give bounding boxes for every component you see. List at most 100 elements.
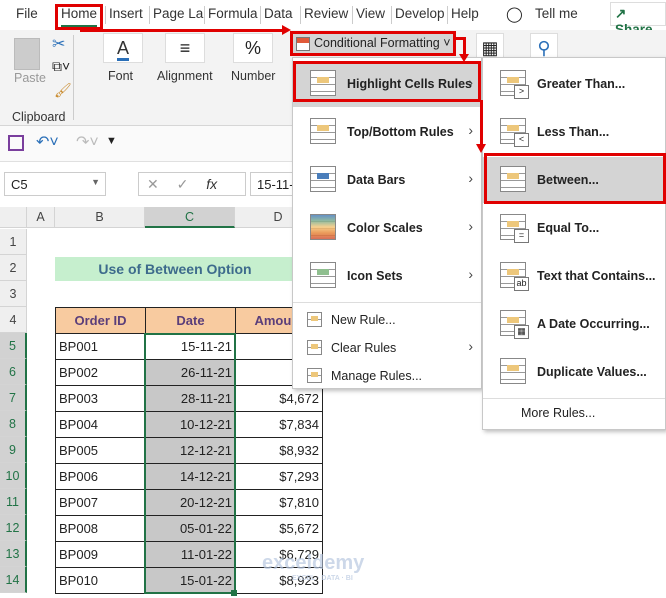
arrow-head — [282, 25, 291, 35]
highlight-between-item — [484, 153, 666, 204]
copy-icon[interactable]: ⧉˅ — [52, 58, 70, 75]
table-cell[interactable]: BP001 — [55, 333, 146, 360]
table-cell[interactable]: $7,834 — [235, 411, 323, 438]
tab-separator — [149, 6, 150, 24]
name-box[interactable]: C5 ▼ — [4, 172, 106, 196]
row-header-7[interactable]: 7 — [0, 385, 27, 411]
menu-item-clear-rules[interactable]: Clear Rules › — [293, 334, 481, 362]
submenu-item-a-date-occurring[interactable]: ▦ A Date Occurring... — [483, 301, 665, 347]
tab-separator — [300, 6, 301, 24]
column-header-C[interactable]: C — [145, 207, 235, 228]
submenu-item-text-that-contains[interactable]: ab Text that Contains... — [483, 253, 665, 299]
tab-page-la[interactable]: Page La — [153, 6, 203, 21]
number-button[interactable]: % — [233, 33, 273, 63]
alignment-label: Alignment — [157, 69, 213, 83]
arrow-line — [80, 29, 284, 32]
tab-develop[interactable]: Develop — [395, 6, 445, 21]
row-header-2[interactable]: 2 — [0, 255, 27, 281]
percent-icon: % — [244, 38, 261, 58]
table-cell[interactable]: $7,810 — [235, 489, 323, 516]
submenu-item-greater-than[interactable]: > Greater Than... — [483, 61, 665, 107]
table-cell[interactable]: BP006 — [55, 463, 146, 490]
tab-data[interactable]: Data — [264, 6, 293, 21]
menu-item-label: New Rule... — [331, 313, 396, 327]
watermark-text: exceldemy — [262, 552, 365, 574]
row-header-14[interactable]: 14 — [0, 567, 27, 593]
row-header-8[interactable]: 8 — [0, 411, 27, 437]
row-header-10[interactable]: 10 — [0, 463, 27, 489]
paste-button[interactable]: Paste — [14, 71, 46, 85]
undo-icon[interactable]: ↶˅ — [36, 132, 59, 152]
row-header-11[interactable]: 11 — [0, 489, 27, 515]
menu-item-new-rule-[interactable]: New Rule... — [293, 306, 481, 334]
row-header-3[interactable]: 3 — [0, 281, 27, 307]
tab-insert[interactable]: Insert — [109, 6, 143, 21]
row-header-4[interactable]: 4 — [0, 307, 27, 333]
table-cell[interactable]: BP002 — [55, 359, 146, 386]
row-header-12[interactable]: 12 — [0, 515, 27, 541]
submenu-item-less-than[interactable]: < Less Than... — [483, 109, 665, 155]
table-cell[interactable]: BP007 — [55, 489, 146, 516]
watermark: exceldemy EXCEL · DATA · BI — [262, 552, 364, 582]
tab-help[interactable]: Help — [451, 6, 479, 21]
table-cell[interactable]: BP009 — [55, 541, 146, 568]
tell-me[interactable]: Tell me — [535, 6, 578, 21]
menu-item-label: Clear Rules — [331, 341, 397, 355]
submenu-icon-3: = — [500, 214, 529, 243]
table-cell[interactable]: $8,932 — [235, 437, 323, 464]
tab-file[interactable]: File — [16, 6, 38, 21]
name-box-value: C5 — [11, 177, 28, 192]
submenu-icon-6 — [500, 358, 526, 384]
tab-view[interactable]: View — [356, 6, 385, 21]
chevron-right-icon: › — [468, 218, 473, 234]
menu-item-color-scales[interactable]: Color Scales › — [293, 205, 481, 251]
format-painter-icon[interactable]: 🖌 — [54, 82, 72, 99]
table-cell[interactable]: $5,672 — [235, 515, 323, 542]
chevron-right-icon: › — [468, 122, 473, 138]
font-button[interactable]: A — [103, 33, 143, 63]
chevron-right-icon: › — [468, 266, 473, 282]
table-cell[interactable]: BP010 — [55, 567, 146, 594]
column-header-A[interactable]: A — [27, 207, 55, 228]
row-header-1[interactable]: 1 — [0, 229, 27, 255]
save-icon[interactable] — [8, 135, 24, 151]
table-cell[interactable]: BP005 — [55, 437, 146, 464]
row-header-13[interactable]: 13 — [0, 541, 27, 567]
row-header-6[interactable]: 6 — [0, 359, 27, 385]
submenu-item-equal-to[interactable]: = Equal To... — [483, 205, 665, 251]
highlight-cf-button — [290, 31, 456, 56]
column-header-B[interactable]: B — [55, 207, 145, 228]
submenu-item-label: Equal To... — [537, 221, 600, 235]
menu-item-icon-sets[interactable]: Icon Sets › — [293, 253, 481, 299]
alignment-button[interactable]: ≡ — [165, 33, 205, 63]
menu-item-manage-rules-[interactable]: Manage Rules... — [293, 362, 481, 390]
row-header-9[interactable]: 9 — [0, 437, 27, 463]
select-all-corner[interactable] — [0, 207, 27, 228]
table-cell[interactable]: BP008 — [55, 515, 146, 542]
cut-icon[interactable]: ✂ — [52, 34, 65, 54]
share-button[interactable]: ↗ Share — [610, 2, 666, 37]
more-rules-item[interactable]: More Rules... — [521, 406, 595, 420]
chevron-right-icon: › — [468, 338, 473, 354]
highlight-hcr-item — [293, 61, 481, 102]
table-cell[interactable]: BP003 — [55, 385, 146, 412]
menu-item-data-bars[interactable]: Data Bars › — [293, 157, 481, 203]
menu-icon-4 — [310, 262, 336, 288]
divider — [73, 35, 74, 120]
menu-small-icon-1 — [307, 340, 322, 355]
redo-icon[interactable]: ↷˅ — [76, 132, 99, 152]
table-cell[interactable]: BP004 — [55, 411, 146, 438]
tab-formula[interactable]: Formula — [208, 6, 258, 21]
lightbulb-icon: ◯ — [506, 6, 523, 23]
fill-handle[interactable] — [231, 590, 237, 596]
submenu-item-duplicate-values[interactable]: Duplicate Values... — [483, 349, 665, 395]
fx-icon[interactable]: fx — [206, 176, 217, 192]
menu-item-label: Data Bars — [347, 173, 406, 187]
menu-item-label: Color Scales — [347, 221, 423, 235]
tab-review[interactable]: Review — [304, 6, 348, 21]
customize-qat-icon[interactable]: ▼ — [106, 135, 117, 147]
menu-item-top-bottom-rules[interactable]: Top/Bottom Rules › — [293, 109, 481, 155]
submenu-item-label: Less Than... — [537, 125, 610, 139]
table-cell[interactable]: $7,293 — [235, 463, 323, 490]
row-header-5[interactable]: 5 — [0, 333, 27, 359]
